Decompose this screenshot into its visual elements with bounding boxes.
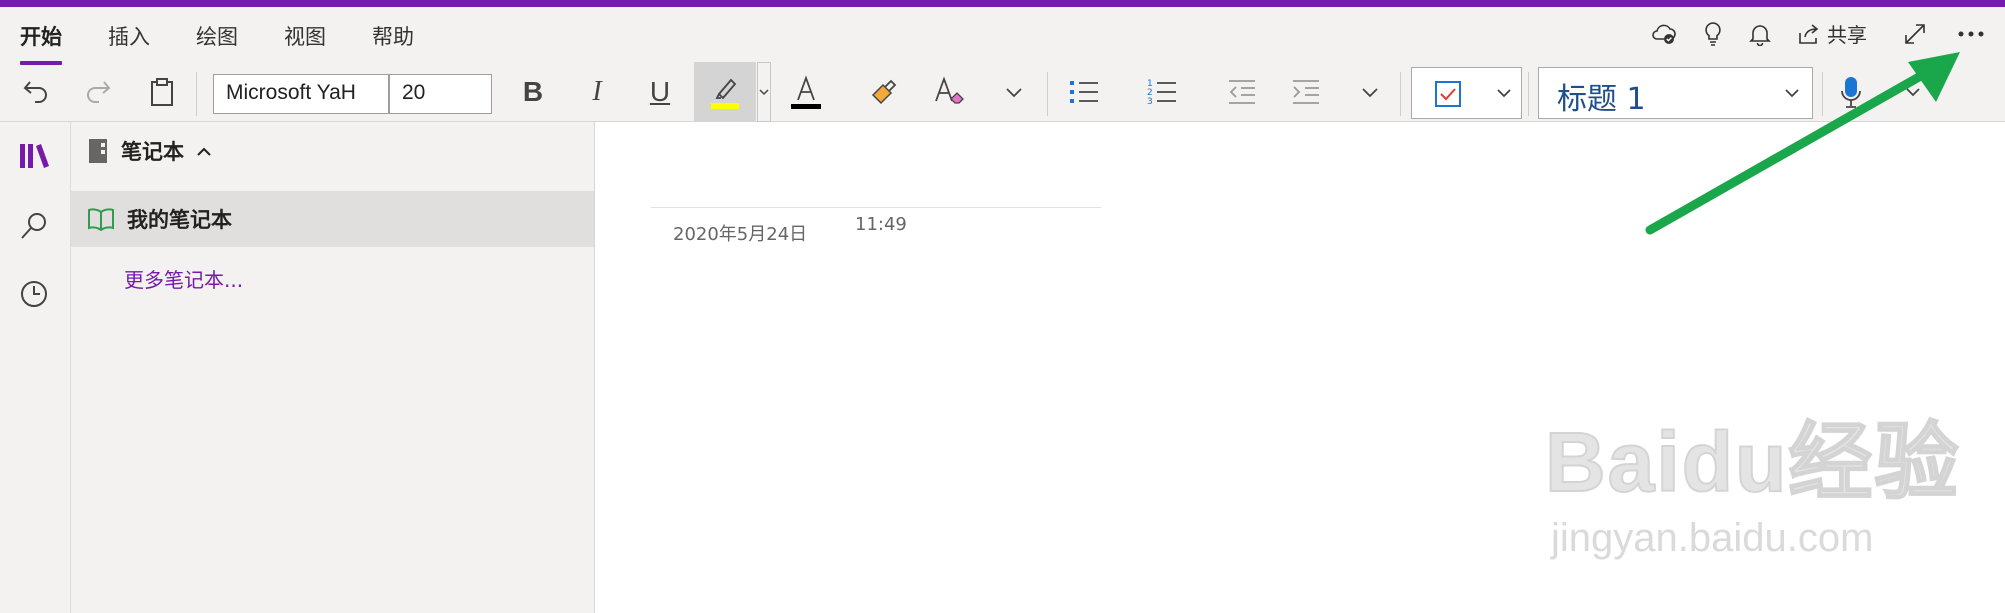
watermark: Baidu经验 jingyan.baidu.com xyxy=(1544,395,1961,561)
redo-icon[interactable] xyxy=(78,62,118,122)
clear-formatting-icon[interactable] xyxy=(928,62,972,122)
chevron-down-icon xyxy=(1006,88,1022,98)
recent-button[interactable] xyxy=(0,264,68,324)
italic-button[interactable]: I xyxy=(579,62,615,122)
more-formatting-dropdown[interactable] xyxy=(998,62,1030,122)
notebooks-header-label: 笔记本 xyxy=(121,140,184,164)
paragraph-options-dropdown[interactable] xyxy=(1354,62,1386,122)
underline-button[interactable]: U xyxy=(642,62,678,122)
chevron-up-icon xyxy=(197,147,211,156)
chevron-down-icon xyxy=(1497,89,1511,98)
page-time: 11:49 xyxy=(855,214,907,235)
notebooks-library-icon xyxy=(20,144,49,168)
notebooks-button[interactable] xyxy=(0,126,68,186)
notebook-icon xyxy=(89,139,107,163)
decrease-indent-icon[interactable] xyxy=(1222,62,1262,122)
more-options-icon[interactable] xyxy=(1957,30,1985,38)
tag-selector[interactable] xyxy=(1411,67,1522,119)
format-painter-icon[interactable] xyxy=(864,62,904,122)
highlighter-icon xyxy=(711,78,739,109)
tab-home[interactable]: 开始 xyxy=(20,19,62,65)
ribbon-tabs: 开始 插入 绘图 视图 帮助 xyxy=(20,19,414,65)
tab-draw[interactable]: 绘图 xyxy=(196,19,238,55)
highlight-button[interactable] xyxy=(694,62,756,122)
annotation-arrow xyxy=(1645,52,1960,235)
font-color-button[interactable] xyxy=(786,62,826,122)
chevron-down-icon xyxy=(1362,88,1378,98)
todo-checkbox-icon xyxy=(1435,81,1461,107)
tab-view[interactable]: 视图 xyxy=(284,19,326,55)
increase-indent-icon[interactable] xyxy=(1286,62,1326,122)
left-rail xyxy=(0,122,71,613)
font-color-icon xyxy=(791,75,821,109)
clock-icon xyxy=(21,281,47,307)
divider xyxy=(1400,72,1401,116)
notebook-item[interactable]: 我的笔记本 xyxy=(71,191,594,247)
search-button[interactable] xyxy=(0,196,68,256)
tab-help[interactable]: 帮助 xyxy=(372,19,414,55)
more-notebooks-link[interactable]: 更多笔记本... xyxy=(124,264,243,293)
style-value: 标题 1 xyxy=(1557,82,1646,117)
bold-button[interactable]: B xyxy=(515,62,551,122)
watermark-logo: Baidu经验 xyxy=(1544,414,1961,510)
svg-text:3: 3 xyxy=(1147,97,1153,107)
bullet-list-icon[interactable] xyxy=(1064,62,1104,122)
notebooks-header[interactable]: 笔记本 xyxy=(87,136,212,166)
clipboard-icon[interactable] xyxy=(142,62,182,122)
font-size-input[interactable]: 20 xyxy=(389,74,492,114)
divider xyxy=(1528,72,1529,116)
highlight-dropdown[interactable] xyxy=(757,62,771,122)
numbered-list-icon[interactable]: 123 xyxy=(1142,62,1182,122)
chevron-down-icon xyxy=(759,89,769,96)
divider xyxy=(1047,72,1048,116)
divider xyxy=(196,72,197,116)
font-name-input[interactable]: Microsoft YaH xyxy=(213,74,389,114)
watermark-url: jingyan.baidu.com xyxy=(1551,516,1874,560)
accent-bar xyxy=(0,0,2005,7)
search-icon xyxy=(21,213,46,239)
undo-icon[interactable] xyxy=(16,62,56,122)
tab-insert[interactable]: 插入 xyxy=(108,19,150,55)
page-title-line[interactable] xyxy=(651,207,1101,208)
page-date: 2020年5月24日 xyxy=(673,224,808,245)
notebook-pane: 笔记本 我的笔记本 更多笔记本... xyxy=(71,122,595,613)
notebook-item-label: 我的笔记本 xyxy=(127,208,232,232)
open-notebook-icon xyxy=(88,208,114,231)
